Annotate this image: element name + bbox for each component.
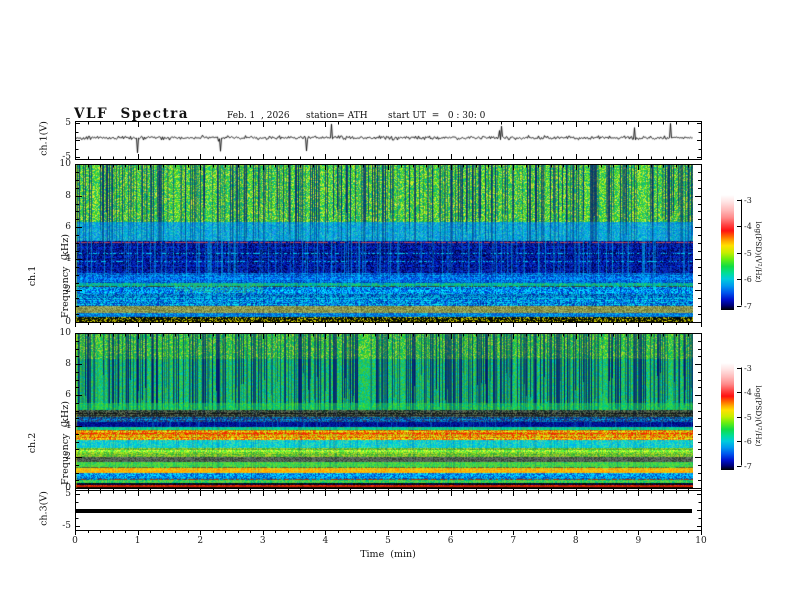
ch2-freq-tick-label: 8 bbox=[65, 359, 71, 369]
time-tick-label: 1 bbox=[134, 536, 141, 546]
ch1-frequency-axis-label-line2: Frequency (kHz) bbox=[60, 234, 71, 318]
colorbar-tick-label: -6 bbox=[744, 436, 752, 446]
colorbar-tick-label: -4 bbox=[744, 387, 752, 397]
figure-date: Feb. 1 , 2026 bbox=[227, 111, 290, 121]
ch1-freq-tick-label: 4 bbox=[65, 253, 71, 264]
ch3-flatline-trace bbox=[75, 509, 692, 513]
time-tick-label: 6 bbox=[447, 536, 454, 546]
ch2-freq-tick-label: 6 bbox=[65, 390, 71, 400]
colorbar-tick-label: -5 bbox=[744, 248, 752, 258]
colorbar-tick-label: -7 bbox=[744, 301, 752, 311]
time-tick-label: 7 bbox=[510, 536, 517, 546]
colorbar-ch2 bbox=[721, 363, 734, 470]
ch3-volt-tick-label: -5 bbox=[62, 521, 71, 531]
ch1-waveform-plot bbox=[75, 121, 693, 159]
ch2-frequency-axis-label-line1: ch.2 bbox=[27, 432, 38, 454]
colorbar-tick-label: -6 bbox=[744, 274, 752, 284]
colorbar-tick-label: -3 bbox=[744, 195, 752, 205]
ch1-spectrogram bbox=[75, 164, 693, 322]
start-ut-label: start UT = 0 : 30: 0 bbox=[388, 111, 486, 121]
ch3-volt-tick-label: 5 bbox=[65, 489, 71, 499]
colorbar-tick-label: -5 bbox=[744, 412, 752, 422]
time-tick-label: 0 bbox=[72, 536, 78, 546]
time-tick-label: 9 bbox=[635, 536, 642, 546]
ch1-frequency-axis-label-line1: ch.1 bbox=[27, 265, 38, 287]
vlf-spectra-figure: VLF Spectra Feb. 1 , 2026 station= ATH s… bbox=[0, 0, 792, 612]
figure-title: VLF Spectra bbox=[74, 106, 190, 122]
time-tick-label: 4 bbox=[322, 536, 329, 546]
colorbar-tick-label: -4 bbox=[744, 221, 752, 231]
ch1-volt-tick-label: -5 bbox=[62, 152, 71, 162]
time-tick-label: 8 bbox=[572, 536, 579, 546]
time-tick-label: 3 bbox=[259, 536, 266, 546]
ch1-freq-tick-label: 0 bbox=[65, 317, 71, 327]
time-axis-label: Time (min) bbox=[360, 549, 416, 560]
colorbar-tick-label: -3 bbox=[744, 363, 752, 373]
ch2-freq-tick-label: 10 bbox=[59, 328, 71, 338]
time-tick-label: 5 bbox=[385, 536, 391, 546]
ch2-freq-tick-label: 2 bbox=[65, 452, 71, 462]
colorbar-ch1 bbox=[721, 195, 734, 310]
ch2-freq-tick-label: 4 bbox=[65, 421, 71, 431]
ch1-freq-tick-label: 6 bbox=[65, 222, 71, 233]
time-tick-label: 10 bbox=[695, 536, 707, 546]
ch1-freq-tick-label: 2 bbox=[65, 285, 71, 296]
colorbar-tick-label: -7 bbox=[744, 461, 752, 471]
time-tick-label: 2 bbox=[197, 536, 204, 546]
ch1-volt-tick-label: 5 bbox=[65, 118, 71, 128]
ch2-spectrogram bbox=[75, 333, 693, 488]
ch1-freq-tick-label: 8 bbox=[65, 190, 71, 201]
station-label: station= ATH bbox=[306, 111, 368, 121]
